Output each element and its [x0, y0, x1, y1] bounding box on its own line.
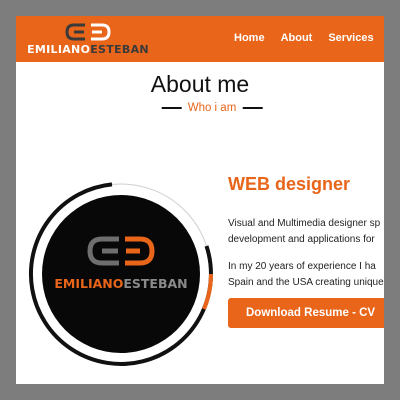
- intro-line-2: development and applications for: [228, 234, 375, 245]
- nav-menu: Home About Services: [234, 32, 374, 44]
- profile-brand-last: ESTEBAN: [123, 276, 187, 291]
- download-resume-button[interactable]: Download Resume - CV: [228, 298, 384, 328]
- intro-paragraph: Visual and Multimedia designer sp develo…: [228, 216, 384, 248]
- brand-name: EMILIANOESTEBAN: [22, 43, 154, 56]
- profile-logo-circle: EMILIANOESTEBAN: [28, 181, 214, 367]
- brand-first: EMILIANO: [27, 43, 91, 56]
- page-title: About me: [150, 71, 250, 97]
- experience-line-1: In my 20 years of experience I ha: [228, 261, 376, 272]
- nav-services[interactable]: Services: [328, 32, 373, 44]
- experience-paragraph: In my 20 years of experience I ha Spain …: [228, 259, 384, 291]
- ee-monogram-icon: [65, 23, 111, 41]
- nav-home[interactable]: Home: [234, 32, 265, 44]
- intro-line-1: Visual and Multimedia designer sp: [228, 218, 381, 229]
- nav-about[interactable]: About: [281, 32, 313, 44]
- profile-brand-text: EMILIANOESTEBAN: [54, 276, 187, 291]
- brand-last: ESTEBAN: [90, 43, 149, 56]
- role-heading: WEB designer: [228, 174, 351, 194]
- experience-line-2: Spain and the USA creating unique: [228, 277, 384, 288]
- profile-circle-graphic: EMILIANOESTEBAN: [28, 182, 214, 366]
- brand-logo[interactable]: EMILIANOESTEBAN: [22, 20, 154, 58]
- navbar: EMILIANOESTEBAN Home About Services: [16, 16, 384, 62]
- subtitle-text: Who i am: [187, 102, 237, 114]
- subtitle-divider-right: [242, 107, 263, 109]
- profile-brand-first: EMILIANO: [54, 276, 123, 291]
- page-frame: EMILIANOESTEBAN Home About Services Abou…: [16, 16, 384, 384]
- section-subtitle: Who i am: [161, 102, 263, 114]
- subtitle-divider-left: [161, 107, 182, 109]
